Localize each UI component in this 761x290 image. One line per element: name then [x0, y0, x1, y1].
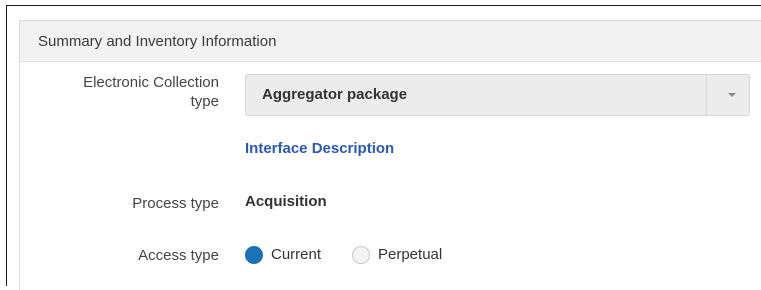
select-divider	[706, 75, 707, 115]
panel-title: Summary and Inventory Information	[38, 33, 277, 50]
radio-unchecked-icon[interactable]	[352, 246, 370, 264]
radio-perpetual[interactable]: Perpetual	[352, 245, 462, 267]
chevron-down-icon[interactable]	[728, 93, 736, 97]
collection-type-select[interactable]: Aggregator package	[245, 74, 750, 116]
access-type-label: Access type	[138, 247, 219, 264]
collection-type-label-line2: type	[190, 93, 219, 110]
collection-type-label-line1: Electronic Collection	[83, 74, 219, 91]
process-type-label: Process type	[132, 195, 219, 212]
radio-current[interactable]: Current	[245, 245, 335, 267]
radio-current-label: Current	[271, 246, 322, 263]
interface-description-link[interactable]: Interface Description	[245, 140, 394, 157]
summary-inventory-panel: Summary and Inventory Information Electr…	[19, 20, 761, 290]
collection-type-label: Electronic Collection type	[83, 73, 219, 111]
panel-header[interactable]: Summary and Inventory Information	[20, 21, 761, 62]
radio-checked-icon[interactable]	[245, 246, 263, 264]
process-type-value: Acquisition	[245, 193, 327, 210]
collection-type-value: Aggregator package	[262, 86, 408, 103]
radio-perpetual-label: Perpetual	[378, 246, 443, 263]
